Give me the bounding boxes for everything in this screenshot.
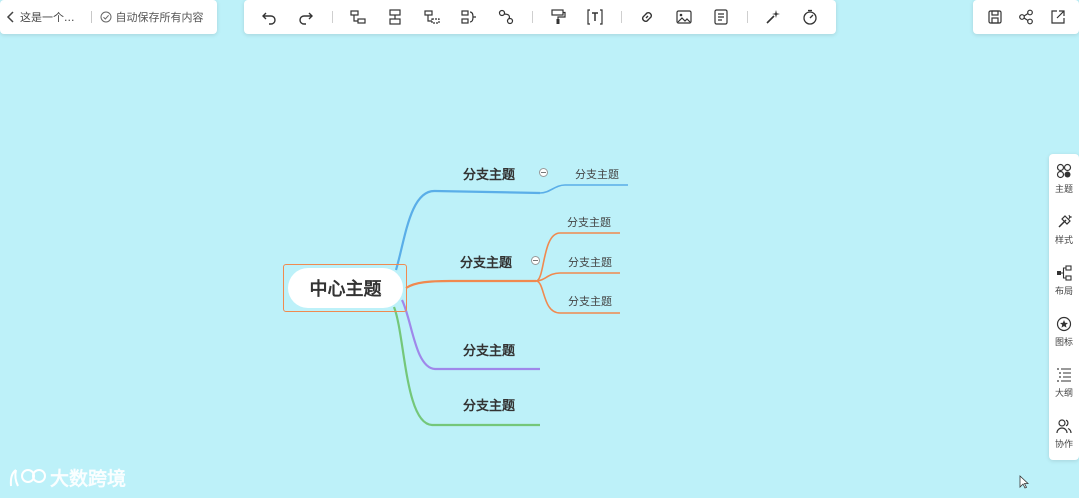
connector-line: [535, 272, 620, 282]
branch-topic-2[interactable]: 分支主题: [460, 252, 512, 271]
branch-topic-4[interactable]: 分支主题: [463, 395, 515, 414]
connector-line: [539, 184, 628, 194]
watermark-logo-icon: [9, 468, 46, 486]
subtopic-2-1[interactable]: 分支主题: [567, 214, 611, 230]
collapse-toggle[interactable]: [539, 168, 548, 177]
branch-topic-3[interactable]: 分支主题: [463, 340, 515, 359]
branch-topic-1[interactable]: 分支主题: [463, 164, 515, 183]
mindmap-canvas[interactable]: 中心主题 分支主题 分支主题 分支主题 分支主题 分支主题 分支主题 分支主题 …: [0, 0, 1079, 498]
subtopic-2-2[interactable]: 分支主题: [568, 254, 612, 270]
collapse-toggle[interactable]: [531, 256, 540, 265]
watermark-text: 大数跨境: [50, 468, 127, 490]
mouse-cursor-icon: [1019, 475, 1029, 489]
central-topic[interactable]: 中心主题: [288, 268, 403, 308]
mindmap-connectors: [392, 184, 628, 427]
watermark: 大数跨境: [8, 464, 126, 491]
subtopic-1-1[interactable]: 分支主题: [575, 166, 619, 182]
connector-line: [405, 279, 536, 289]
subtopic-2-3[interactable]: 分支主题: [568, 293, 612, 309]
